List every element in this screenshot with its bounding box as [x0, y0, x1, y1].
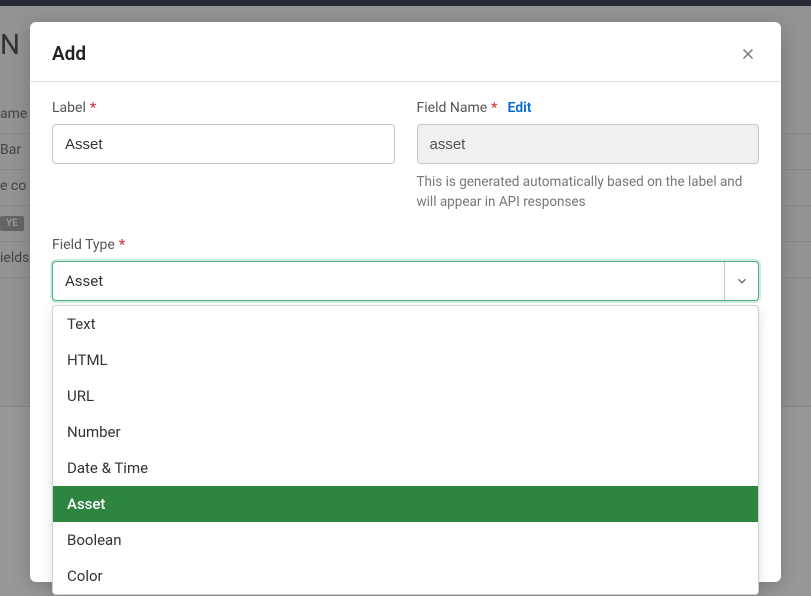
field-type-dropdown: Text HTML URL Number Date & Time Asset B… [52, 305, 759, 595]
edit-link[interactable]: Edit [507, 100, 531, 116]
chevron-down-icon [735, 274, 749, 288]
label-text: Label [52, 100, 86, 116]
field-name-label: Field Name* Edit [417, 100, 760, 116]
close-button[interactable] [737, 43, 759, 65]
field-name-group: Field Name* Edit This is generated autom… [417, 100, 760, 213]
dropdown-option-number[interactable]: Number [53, 414, 758, 450]
dropdown-option-text[interactable]: Text [53, 306, 758, 342]
dropdown-option-url[interactable]: URL [53, 378, 758, 414]
field-type-select-wrapper: Asset Text HTML URL Number Date & Time A… [52, 261, 759, 301]
dropdown-option-datetime[interactable]: Date & Time [53, 450, 758, 486]
field-type-label: Field Type* [52, 237, 759, 253]
required-indicator: * [90, 100, 96, 116]
field-type-group: Field Type* Asset Text HTML URL Number D… [52, 237, 759, 301]
field-type-selected-value: Asset [53, 272, 724, 290]
dropdown-option-html[interactable]: HTML [53, 342, 758, 378]
dropdown-option-boolean[interactable]: Boolean [53, 522, 758, 558]
modal-header: Add [30, 22, 781, 82]
modal-title: Add [52, 42, 86, 65]
field-type-select[interactable]: Asset [52, 261, 759, 301]
label-text: Field Type [52, 237, 115, 253]
dropdown-option-asset[interactable]: Asset [53, 486, 758, 522]
label-text: Field Name [417, 100, 488, 116]
add-modal: Add Label* Field Name* Edit This is gene… [30, 22, 781, 582]
field-name-input [417, 124, 760, 164]
form-row-top: Label* Field Name* Edit This is generate… [52, 100, 759, 213]
required-indicator: * [119, 237, 125, 253]
field-name-help: This is generated automatically based on… [417, 172, 760, 213]
label-field-label: Label* [52, 100, 395, 116]
close-icon [739, 45, 757, 63]
modal-body: Label* Field Name* Edit This is generate… [30, 82, 781, 582]
dropdown-option-color[interactable]: Color [53, 558, 758, 594]
required-indicator: * [491, 100, 497, 116]
label-field-group: Label* [52, 100, 395, 213]
label-input[interactable] [52, 124, 395, 164]
select-arrow-container [724, 262, 758, 300]
